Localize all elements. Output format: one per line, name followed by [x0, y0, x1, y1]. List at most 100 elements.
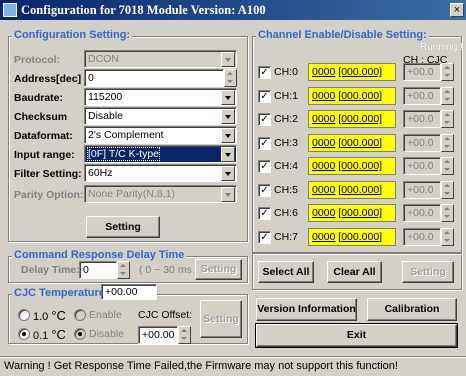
dropdown-arrow-icon	[221, 90, 235, 105]
address-value: 0	[88, 72, 94, 84]
delay-spinner[interactable]	[117, 261, 130, 279]
channel-checkbox[interactable]: ✓	[258, 230, 271, 244]
channel-reading: 0000 [000.000]	[308, 180, 396, 199]
channel-checkbox[interactable]: ✓	[258, 207, 271, 220]
cjc-disable-label: Disable	[89, 328, 125, 340]
channel-cjc-value: +00.0	[407, 89, 434, 102]
channel-value: [000.000]	[338, 160, 383, 172]
delay-value: 0	[83, 264, 89, 276]
channel-cjc-value: +00.0	[407, 207, 434, 219]
input-range-label: Input range:	[14, 149, 75, 161]
channel-label: CH:5	[274, 183, 298, 196]
channel-cjc-input[interactable]: +00.0	[403, 133, 441, 152]
dropdown-arrow-icon	[221, 128, 235, 143]
cjc-disable-radio[interactable]	[74, 328, 86, 340]
address-spinner[interactable]	[224, 69, 237, 87]
channel-checkbox[interactable]: ✓	[258, 89, 271, 103]
channel-reading: 0000 [000.000]	[308, 204, 396, 222]
unit-c: °C	[51, 308, 66, 323]
delay-legend: Command Response Delay Time	[12, 249, 187, 261]
channel-cjc-input[interactable]: +00.0	[403, 204, 441, 222]
filter-label: Filter Setting:	[14, 168, 82, 180]
channel-cjc-input[interactable]: +00.0	[403, 157, 441, 175]
protocol-select[interactable]: DCON	[84, 50, 237, 68]
channel-cjc-spinner[interactable]	[441, 133, 454, 152]
dropdown-arrow-icon	[221, 147, 235, 162]
channel-value: [000.000]	[338, 113, 383, 125]
close-button[interactable]: ×	[450, 3, 464, 17]
channel-cjc-value: +00.0	[407, 136, 434, 149]
channel-code: 0000	[312, 66, 336, 78]
channel-cjc-spinner[interactable]	[441, 157, 454, 175]
channel-code: 0000	[312, 230, 336, 243]
unit-0-1-radio[interactable]	[18, 328, 30, 340]
cjc-setting-button[interactable]: Setting	[200, 300, 242, 338]
channel-cjc-input[interactable]: +00.0	[403, 63, 441, 81]
channel-reading: 0000 [000.000]	[308, 86, 396, 105]
channel-reading: 0000 [000.000]	[308, 133, 396, 152]
channel-checkbox[interactable]: ✓	[258, 113, 271, 126]
parity-select[interactable]: None Parity(N,8,1)	[84, 185, 237, 203]
dataformat-value: 2's Complement	[88, 129, 164, 141]
delay-input[interactable]: 0	[79, 261, 117, 279]
dropdown-arrow-icon	[221, 109, 235, 124]
baudrate-label: Baudrate:	[14, 92, 64, 104]
delay-setting-button[interactable]: Setting	[195, 259, 242, 280]
channel-cjc-spinner[interactable]	[441, 86, 454, 105]
channel-checkbox[interactable]: ✓	[258, 183, 271, 197]
channel-cjc-value: +00.0	[407, 230, 434, 243]
clear-all-button[interactable]: Clear All	[327, 261, 382, 283]
checksum-label: Checksum	[14, 111, 68, 123]
baudrate-value: 115200	[88, 91, 123, 103]
config-setting-button[interactable]: Setting	[86, 216, 160, 238]
cjc-temperature-input[interactable]: +00.00	[101, 284, 157, 300]
channel-label: CH:7	[274, 230, 298, 243]
channel-cjc-spinner[interactable]	[441, 63, 454, 81]
cjc-enable-label: Enable	[89, 309, 122, 321]
baudrate-select[interactable]: 115200	[84, 88, 237, 106]
channel-cjc-input[interactable]: +00.0	[403, 227, 441, 246]
dropdown-arrow-icon	[221, 52, 235, 67]
cjc-offset-input[interactable]: +00.00	[138, 326, 178, 344]
version-information-button[interactable]: Version Information	[256, 298, 357, 321]
calibration-button[interactable]: Calibration	[367, 298, 457, 321]
channel-label: CH:1	[274, 89, 298, 102]
channel-cjc-spinner[interactable]	[441, 227, 454, 246]
channel-reading: 0000 [000.000]	[308, 227, 396, 246]
title-bar: Configuration for 7018 Module Version: A…	[0, 0, 466, 20]
channel-checkbox[interactable]: ✓	[258, 136, 271, 150]
dataformat-select[interactable]: 2's Complement	[84, 126, 237, 144]
channel-reading: 0000 [000.000]	[308, 110, 396, 128]
unit-0-1-label: 0.1 °C	[33, 327, 66, 342]
address-input[interactable]: 0	[84, 69, 224, 87]
select-all-button[interactable]: Select All	[258, 261, 314, 283]
cjc-enable-radio[interactable]	[74, 309, 86, 321]
cjc-offset-label: CJC Offset:	[138, 309, 193, 321]
checksum-select[interactable]: Disable	[84, 107, 237, 125]
delay-label: Delay Time:	[21, 264, 80, 276]
filter-select[interactable]: 60Hz	[84, 164, 237, 182]
exit-button[interactable]: Exit	[255, 323, 458, 348]
unit-c: °C	[51, 327, 66, 342]
input-range-value: [0F] T/C K-type	[87, 147, 160, 161]
channel-cjc-input[interactable]: +00.0	[403, 86, 441, 105]
channel-cjc-spinner[interactable]	[441, 110, 454, 128]
unit-1-0-radio[interactable]	[18, 309, 30, 321]
dropdown-arrow-icon	[221, 187, 235, 202]
channel-value: [000.000]	[338, 183, 383, 196]
channel-checkbox[interactable]: ✓	[258, 160, 271, 173]
channel-checkbox[interactable]: ✓	[258, 66, 271, 79]
protocol-value: DCON	[88, 53, 119, 65]
channel-cjc-input[interactable]: +00.0	[403, 110, 441, 128]
channel-label: CH:0	[274, 66, 298, 78]
input-range-select[interactable]: [0F] T/C K-type	[84, 145, 237, 163]
channel-value: [000.000]	[338, 207, 383, 219]
cjc-offset-spinner[interactable]	[178, 326, 191, 344]
channel-cjc-input[interactable]: +00.0	[403, 180, 441, 199]
channel-value: [000.000]	[338, 66, 383, 78]
channel-cjc-spinner[interactable]	[441, 180, 454, 199]
checksum-value: Disable	[88, 110, 124, 122]
channel-setting-button[interactable]: Setting	[402, 261, 454, 283]
channel-label: CH:4	[274, 160, 298, 172]
channel-cjc-spinner[interactable]	[441, 204, 454, 222]
